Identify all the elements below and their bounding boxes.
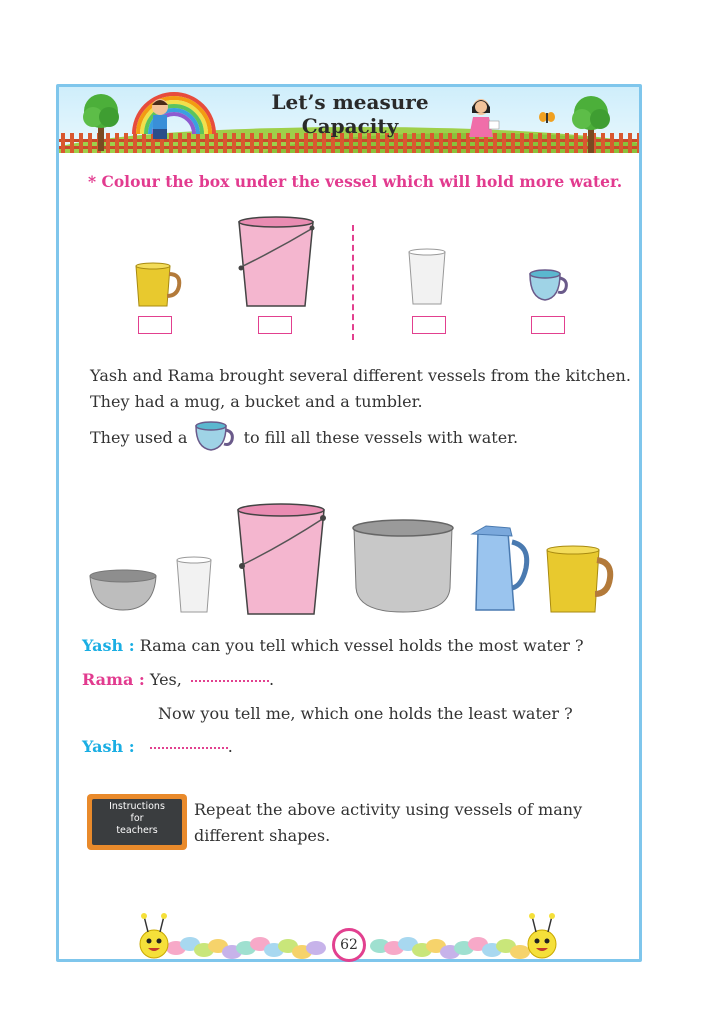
pot-icon — [352, 519, 454, 613]
dialogue-rama: Rama : Yes, . — [82, 670, 275, 689]
tumbler-icon — [408, 248, 446, 305]
answer-box-mug[interactable] — [138, 316, 172, 334]
page-title: Let’s measure Capacity — [271, 90, 429, 138]
butterfly-icon — [539, 112, 555, 123]
rainbow-icon — [132, 92, 216, 134]
answer-blank-least[interactable] — [149, 737, 228, 749]
tumbler-icon — [176, 556, 212, 613]
paragraph-3: They used a to fill all these vessels wi… — [90, 428, 519, 447]
tree-icon — [83, 94, 119, 151]
divider-line — [352, 225, 354, 340]
boy-icon — [152, 99, 168, 139]
answer-box-tumbler[interactable] — [412, 316, 446, 334]
answer-blank-most[interactable] — [190, 670, 269, 682]
bucket-icon — [238, 216, 315, 307]
bucket-icon — [237, 503, 326, 615]
mug-icon — [135, 262, 182, 307]
page-number: 62 — [332, 928, 366, 962]
dialogue-yash-1: Yash : Rama can you tell which vessel ho… — [82, 636, 584, 655]
instructions-board: Instructions for teachers — [87, 794, 187, 850]
answer-box-bucket[interactable] — [258, 316, 292, 334]
instruction-text: * Colour the box under the vessel which … — [88, 172, 623, 191]
dialogue-yash-2: Yash : . — [82, 737, 233, 756]
teacher-note-line-2: different shapes. — [194, 826, 331, 845]
mug-icon — [546, 545, 614, 613]
tree-icon — [572, 96, 610, 153]
girl-icon — [469, 99, 500, 137]
jug-icon — [470, 525, 530, 611]
bowl-icon — [89, 569, 157, 611]
dialogue-rama-question: Now you tell me, which one holds the lea… — [158, 704, 573, 723]
paragraph-1: Yash and Rama brought several different … — [90, 366, 631, 385]
teacher-note-line-1: Repeat the above activity using vessels … — [194, 800, 583, 819]
answer-box-cup[interactable] — [531, 316, 565, 334]
cup-icon — [529, 269, 568, 301]
cup-icon — [195, 421, 234, 451]
paragraph-2: They had a mug, a bucket and a tumbler. — [90, 392, 423, 411]
